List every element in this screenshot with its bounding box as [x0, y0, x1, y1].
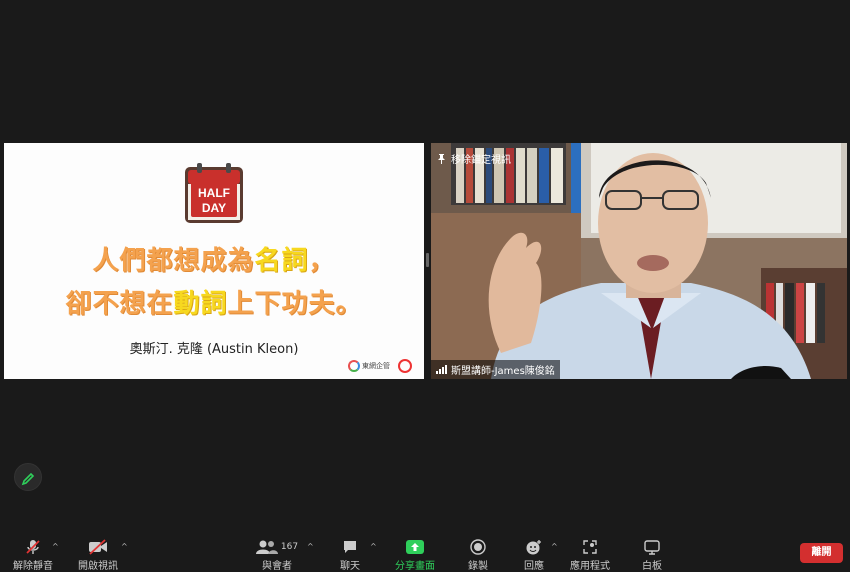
chat-bubble-icon: [344, 541, 356, 553]
unpin-video-label[interactable]: 移除錨定視訊: [437, 151, 511, 166]
record-icon: [470, 539, 486, 555]
unpin-video-text: 移除錨定視訊: [451, 155, 511, 166]
unmute-button[interactable]: 解除靜音: [12, 538, 54, 572]
share-screen-icon: [406, 540, 424, 554]
record-button[interactable]: 錄製: [463, 538, 493, 572]
speaker-video[interactable]: 移除錨定視訊 斯盟講師-James陳俊銘: [431, 143, 847, 379]
participants-icon: [255, 540, 278, 554]
quote-highlight-verb: 動詞: [173, 289, 228, 319]
participant-name: 斯盟講師-James陳俊銘: [451, 366, 555, 377]
participant-name-tag: 斯盟講師-James陳俊銘: [431, 360, 560, 379]
quote-line-2: 卻不想在動詞上下功夫。: [65, 289, 363, 319]
chat-options-chevron-icon[interactable]: ^: [370, 542, 377, 551]
chat-button[interactable]: 聊天: [333, 538, 367, 572]
company-logo: 東網企管: [348, 360, 390, 372]
calendar-bottom-text: DAY: [202, 201, 226, 215]
signal-strength-icon: [436, 365, 447, 374]
reactions-button[interactable]: 回應: [519, 538, 549, 572]
reactions-options-chevron-icon[interactable]: ^: [551, 542, 558, 551]
calendar-top-text: HALF: [198, 186, 230, 200]
participants-button[interactable]: 167 與會者: [255, 538, 299, 572]
microphone-muted-icon: [26, 540, 40, 554]
apps-button[interactable]: 應用程式: [570, 538, 610, 572]
speaker-video-frame: [431, 143, 847, 379]
slide-logos: 東網企管: [348, 359, 412, 373]
quote-attribution: 奧斯汀. 克隆 (Austin Kleon): [129, 342, 299, 357]
video-camera-off-icon: [89, 539, 107, 555]
quote-highlight-noun: 名詞: [254, 246, 309, 276]
split-resize-handle[interactable]: [426, 253, 429, 267]
quote-line-1: 人們都想成為名詞，: [92, 246, 336, 276]
video-options-chevron-icon[interactable]: ^: [121, 542, 128, 551]
participants-options-chevron-icon[interactable]: ^: [307, 542, 314, 551]
meeting-toolbar: 解除靜音 ^ 開啟視訊 ^ 167 與會者 ^ 聊天 ^ 分享畫面 錄製 回應 …: [0, 530, 850, 572]
pencil-icon: [21, 472, 35, 486]
partner-logo-icon: [398, 359, 412, 373]
whiteboard-button[interactable]: 白板: [638, 538, 666, 572]
start-video-button[interactable]: 開啟視訊: [77, 538, 119, 572]
pin-icon: [438, 153, 445, 164]
emoji-reaction-icon: [526, 540, 541, 555]
participants-count: 167: [280, 542, 299, 552]
annotate-pencil-button[interactable]: [14, 463, 42, 491]
half-day-calendar-icon: HALF DAY: [185, 163, 243, 223]
company-logo-icon: [348, 360, 360, 372]
whiteboard-icon: [644, 540, 660, 555]
audio-options-chevron-icon[interactable]: ^: [52, 542, 59, 551]
apps-icon: [583, 540, 597, 554]
leave-meeting-button[interactable]: 離開: [800, 543, 843, 563]
share-screen-button[interactable]: 分享畫面: [393, 538, 437, 572]
shared-screen-slide: HALF DAY 人們都想成為名詞， 卻不想在動詞上下功夫。 奧斯汀. 克隆 (…: [4, 143, 424, 379]
